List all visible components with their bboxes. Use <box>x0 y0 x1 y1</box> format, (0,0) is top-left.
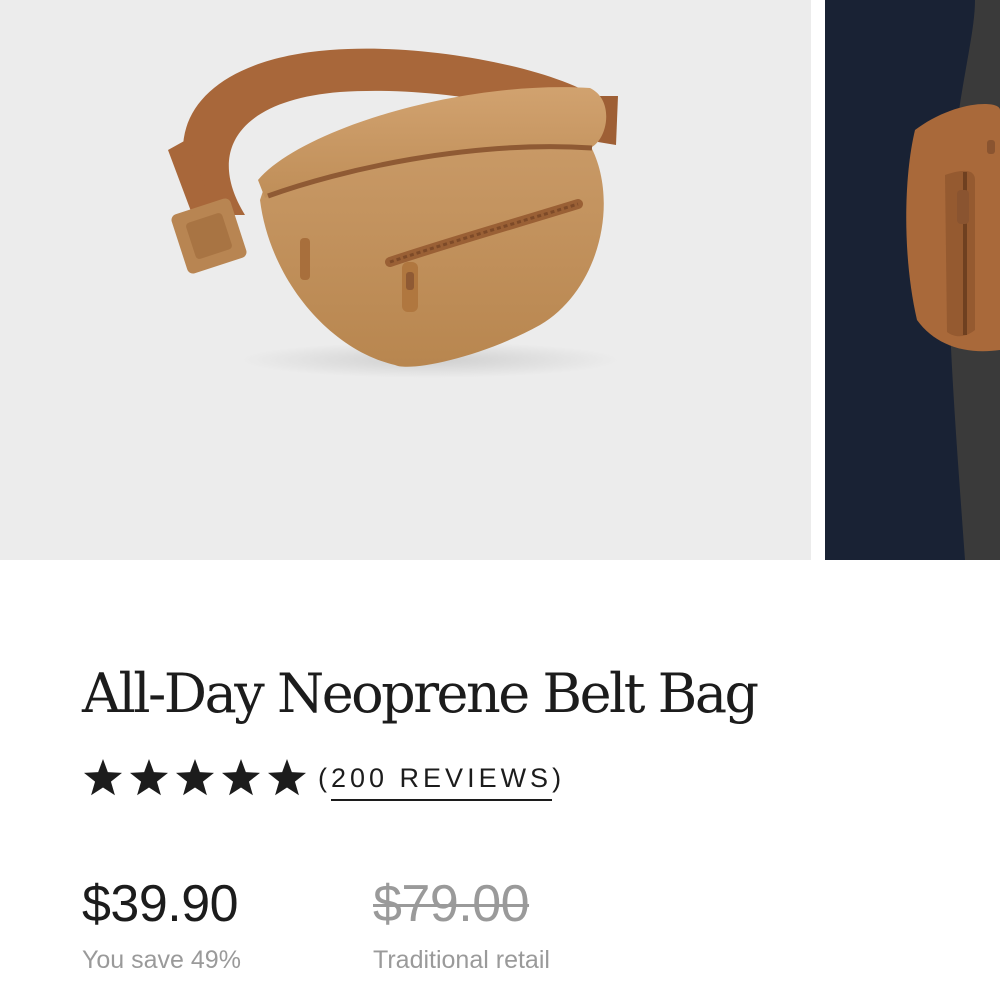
current-price: $39.90 <box>82 875 239 933</box>
star-icon <box>82 759 124 797</box>
product-rating: (200 REVIEWS) <box>82 757 565 803</box>
star-icon <box>220 759 262 797</box>
belt-bag-worn-illustration <box>906 0 1000 560</box>
belt-bag-illustration <box>168 48 620 378</box>
reviews-open-paren: ( <box>318 763 331 793</box>
product-title: All-Day Neoprene Belt Bag <box>82 662 759 725</box>
current-price-block: $39.90 You save 49% <box>82 872 241 975</box>
star-icon <box>266 759 308 797</box>
savings-note: You save 49% <box>82 946 241 974</box>
product-gallery[interactable] <box>0 0 1000 560</box>
retail-price: $79.00 <box>373 875 530 933</box>
product-image-worn[interactable] <box>825 0 1000 560</box>
product-image-front[interactable] <box>0 0 811 560</box>
star-icon <box>174 759 216 797</box>
star-rating <box>82 757 308 797</box>
star-icon <box>128 759 170 797</box>
retail-label: Traditional retail <box>373 946 550 974</box>
reviews-close-paren: ) <box>552 763 566 793</box>
reviews-link[interactable]: (200 REVIEWS) <box>318 757 565 801</box>
reviews-count[interactable]: 200 REVIEWS <box>331 759 553 801</box>
retail-price-block: $79.00 Traditional retail <box>373 872 550 975</box>
